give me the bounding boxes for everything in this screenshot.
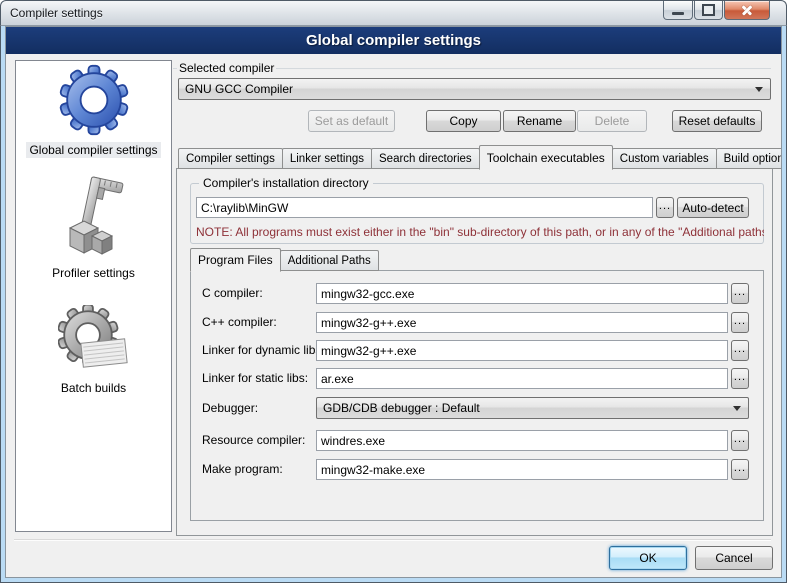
minimize-button[interactable] — [663, 1, 693, 20]
maximize-button[interactable] — [694, 1, 723, 20]
close-button[interactable] — [724, 1, 770, 20]
program-files-panel — [190, 270, 764, 521]
blue-gear-icon — [57, 63, 131, 137]
resource-compiler-browse-button[interactable]: ... — [731, 430, 749, 451]
tab-compiler-settings[interactable]: Compiler settings — [178, 148, 283, 169]
footer-separator — [14, 539, 771, 541]
selected-compiler-label: Selected compiler — [179, 61, 274, 75]
sidebar-item-label: Batch builds — [58, 380, 129, 396]
sidebar-item-label: Global compiler settings — [26, 142, 160, 158]
installation-directory-group-label: Compiler's installation directory — [199, 176, 373, 190]
static-linker-input[interactable] — [316, 368, 728, 389]
c-compiler-browse-button[interactable]: ... — [731, 283, 749, 304]
tab-program-files[interactable]: Program Files — [190, 248, 281, 272]
make-program-input[interactable] — [316, 459, 728, 480]
set-as-default-button: Set as default — [308, 110, 395, 132]
tab-additional-paths[interactable]: Additional Paths — [280, 250, 379, 271]
make-program-browse-button[interactable]: ... — [731, 459, 749, 480]
cpp-compiler-label: C++ compiler: — [202, 315, 277, 329]
maximize-icon — [702, 4, 715, 16]
title-bar[interactable]: Compiler settings — [0, 0, 787, 26]
resource-compiler-label: Resource compiler: — [202, 433, 305, 447]
browse-directory-button[interactable]: ... — [656, 197, 674, 218]
dynamic-linker-input[interactable] — [316, 340, 728, 361]
debugger-select[interactable]: GDB/CDB debugger : Default — [316, 397, 749, 419]
note-text: NOTE: All programs must exist either in … — [196, 225, 764, 239]
static-linker-browse-button[interactable]: ... — [731, 368, 749, 389]
banner: Global compiler settings — [6, 27, 781, 54]
dialog-body: Global compiler settings — [5, 26, 782, 578]
compiler-select[interactable]: GNU GCC Compiler — [178, 78, 771, 100]
sidebar-item-global-compiler-settings[interactable]: Global compiler settings — [26, 63, 160, 158]
rename-button[interactable]: Rename — [503, 110, 576, 132]
dynamic-linker-browse-button[interactable]: ... — [731, 340, 749, 361]
gray-gear-icon — [58, 305, 130, 375]
make-program-label: Make program: — [202, 462, 283, 476]
reset-defaults-button[interactable]: Reset defaults — [672, 110, 762, 132]
sidebar-item-batch-builds[interactable]: Batch builds — [58, 305, 130, 396]
tab-search-directories[interactable]: Search directories — [371, 148, 480, 169]
debugger-label: Debugger: — [202, 401, 258, 415]
cpp-compiler-browse-button[interactable]: ... — [731, 312, 749, 333]
group-rule — [276, 68, 771, 69]
close-icon — [740, 3, 754, 17]
minimize-icon — [672, 12, 684, 15]
chevron-down-icon — [755, 87, 763, 92]
chevron-down-icon — [733, 406, 741, 411]
caliper-icon — [58, 176, 128, 260]
window-frame: Global compiler settings — [0, 26, 787, 583]
ok-button[interactable]: OK — [609, 546, 687, 570]
sidebar-item-label: Profiler settings — [49, 265, 138, 281]
program-files-tab-strip: Program Files Additional Paths — [190, 247, 378, 271]
tab-custom-variables[interactable]: Custom variables — [612, 148, 717, 169]
settings-category-list: Global compiler settings — [15, 60, 172, 532]
tab-linker-settings[interactable]: Linker settings — [282, 148, 372, 169]
auto-detect-button[interactable]: Auto-detect — [677, 197, 749, 218]
static-linker-label: Linker for static libs: — [202, 371, 308, 385]
sidebar-item-profiler-settings[interactable]: Profiler settings — [49, 176, 138, 281]
resource-compiler-input[interactable] — [316, 430, 728, 451]
tab-build-options[interactable]: Build options — [716, 148, 782, 169]
compiler-select-value: GNU GCC Compiler — [185, 82, 293, 96]
cancel-button[interactable]: Cancel — [695, 546, 773, 570]
window-title: Compiler settings — [10, 6, 103, 20]
banner-title: Global compiler settings — [306, 32, 481, 49]
copy-button[interactable]: Copy — [426, 110, 501, 132]
compiler-settings-window: Compiler settings Global compiler settin… — [0, 0, 787, 583]
dynamic-linker-label: Linker for dynamic libs: — [202, 343, 325, 357]
settings-tab-strip: Compiler settings Linker settings Search… — [178, 144, 782, 169]
installation-directory-input[interactable] — [196, 197, 653, 218]
c-compiler-input[interactable] — [316, 283, 728, 304]
debugger-select-value: GDB/CDB debugger : Default — [323, 401, 480, 415]
delete-button: Delete — [577, 110, 647, 132]
tab-toolchain-executables[interactable]: Toolchain executables — [479, 145, 613, 170]
group-rule — [173, 68, 177, 69]
cpp-compiler-input[interactable] — [316, 312, 728, 333]
c-compiler-label: C compiler: — [202, 286, 263, 300]
